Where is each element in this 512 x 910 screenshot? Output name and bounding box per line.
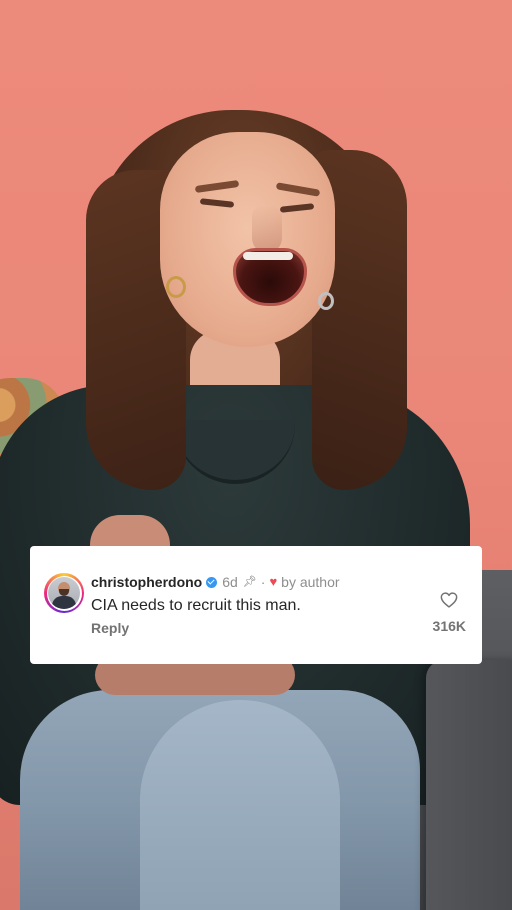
avatar[interactable]: [48, 577, 80, 609]
avatar-beard: [59, 589, 69, 596]
verified-badge-icon: [206, 576, 218, 588]
comment-text: CIA needs to recruit this man.: [91, 597, 301, 614]
avatar-border: [46, 575, 82, 611]
person-knee: [140, 700, 340, 910]
heart-outline-icon[interactable]: [440, 592, 458, 608]
avatar-body: [52, 596, 76, 609]
video-frame[interactable]: christopherdono 6d 📌︎ · ♥ by author CIA …: [0, 0, 512, 910]
liked-by-author-label: by author: [281, 574, 340, 590]
like-count: 316K: [432, 618, 466, 634]
couch-arm: [426, 660, 512, 910]
comment-username[interactable]: christopherdono: [91, 574, 202, 590]
meta-separator: ·: [260, 574, 266, 590]
left-earring: [166, 276, 186, 298]
person-nose: [252, 205, 282, 253]
video-scene: [0, 0, 512, 910]
reply-button[interactable]: Reply: [91, 620, 129, 636]
author-liked-heart-icon: ♥: [269, 574, 278, 589]
pin-icon: 📌︎: [242, 576, 257, 588]
comment-sticker[interactable]: christopherdono 6d 📌︎ · ♥ by author CIA …: [30, 546, 482, 664]
comment-meta: christopherdono 6d 📌︎ · ♥ by author: [91, 574, 340, 590]
right-earring: [318, 292, 334, 310]
comment-age: 6d: [222, 574, 238, 590]
teeth: [243, 252, 293, 260]
person-face: [160, 132, 335, 347]
avatar-story-ring[interactable]: [44, 573, 84, 613]
